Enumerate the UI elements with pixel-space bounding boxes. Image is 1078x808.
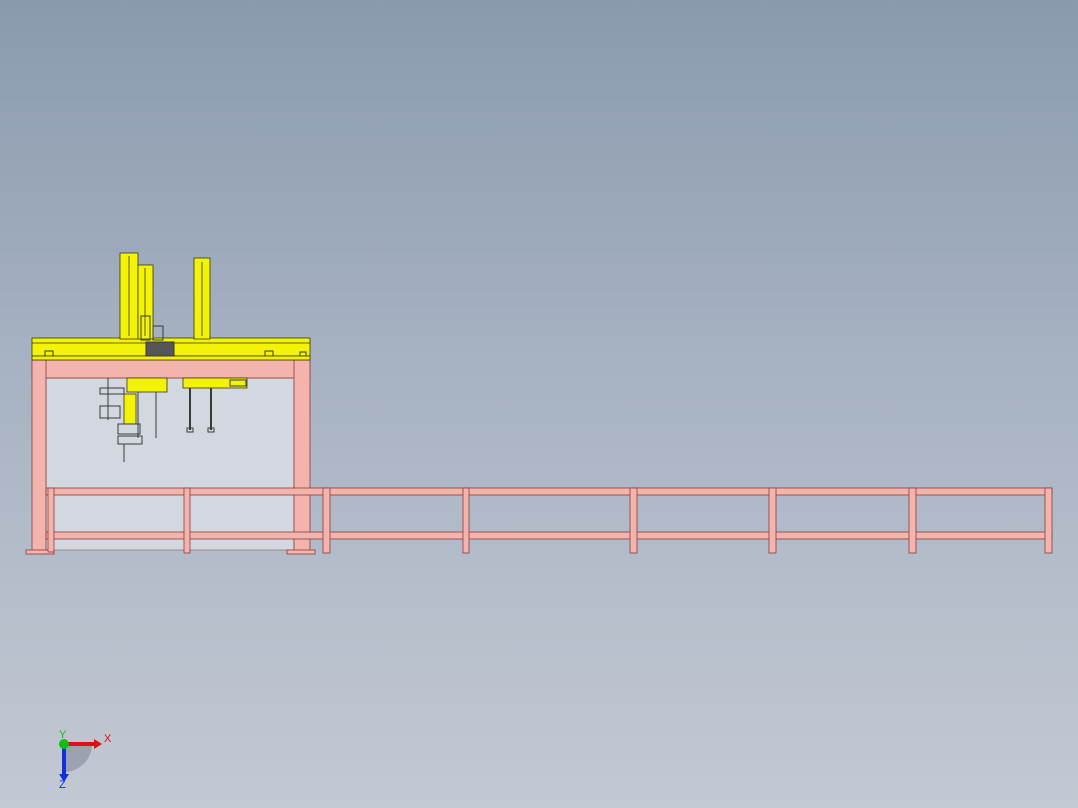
conveyor-leg: [183, 487, 191, 554]
main-frame: [25, 359, 316, 555]
cad-model-front-view[interactable]: [0, 0, 1078, 808]
conveyor-leg: [629, 487, 638, 554]
z-axis-label: Z: [59, 779, 66, 791]
frame-left-post: [31, 359, 47, 553]
gantry-strip: [31, 355, 311, 361]
conveyor-leg: [768, 487, 777, 554]
conveyor-leg: [462, 487, 470, 554]
frame-inner-panel: [45, 377, 295, 551]
coordinate-triad[interactable]: [59, 739, 102, 782]
gantry-column-middle: [137, 264, 154, 340]
conveyor-leg: [322, 487, 331, 554]
frame-right-foot: [286, 549, 316, 555]
triad-shadow-arc: [64, 744, 92, 772]
conveyor-leg: [47, 487, 55, 553]
x-axis-arrowhead: [94, 739, 102, 749]
frame-top-beam: [31, 359, 311, 379]
conveyor-leg: [1044, 487, 1053, 554]
gantry: [31, 252, 311, 361]
graphics-viewport[interactable]: X Y Z: [0, 0, 1078, 808]
gripper-head: [126, 377, 168, 393]
x-axis-label: X: [104, 733, 112, 745]
y-axis-label: Y: [59, 729, 67, 741]
frame-right-post: [293, 359, 311, 553]
gripper-body: [123, 393, 137, 425]
gantry-carriage: [145, 341, 175, 357]
conveyor-lower-rail: [45, 531, 1053, 540]
conveyor-upper-rail: [45, 487, 1053, 496]
conveyor-leg: [908, 487, 917, 554]
